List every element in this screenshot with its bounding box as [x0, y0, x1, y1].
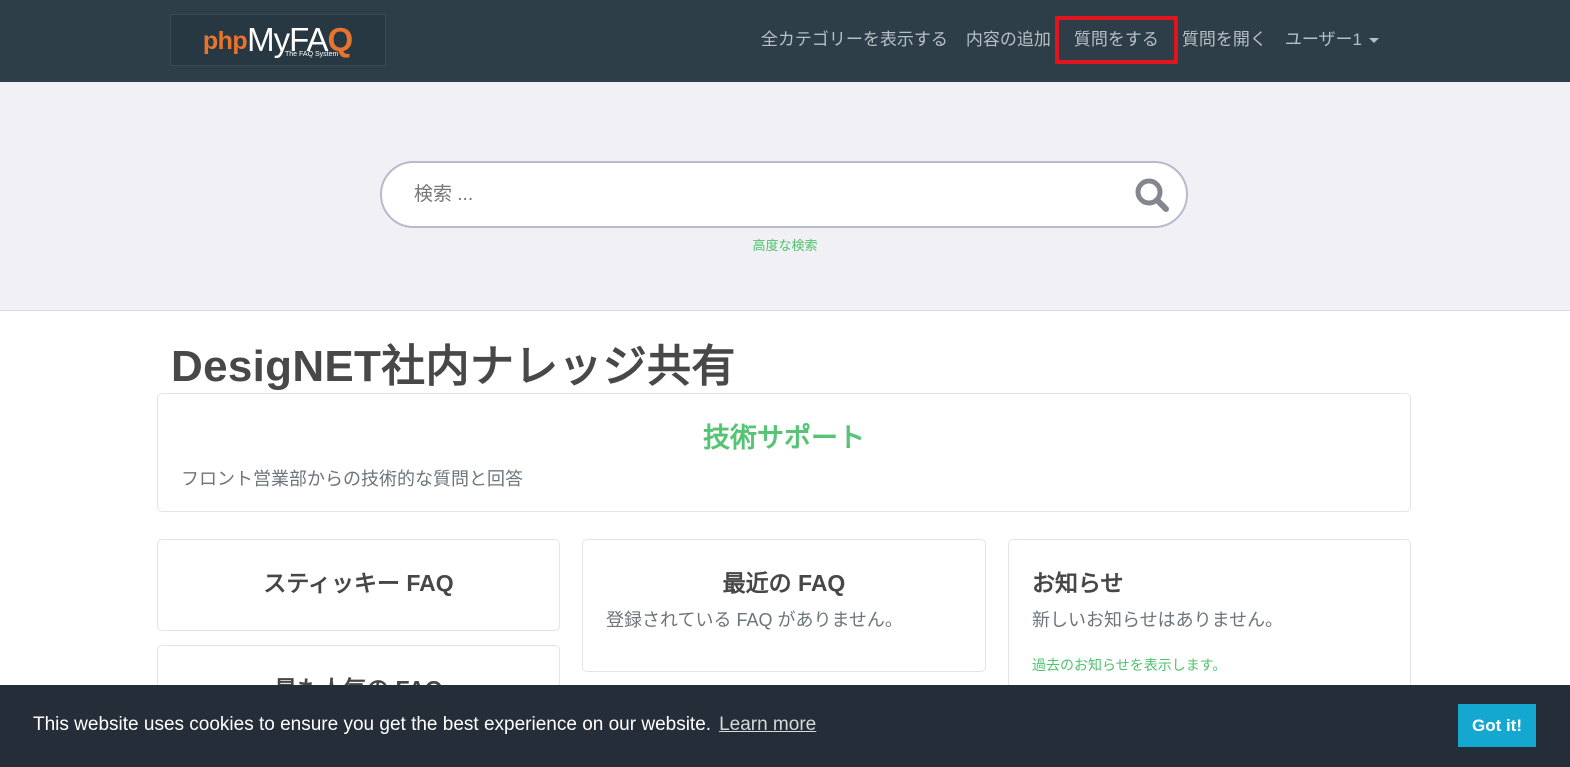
cookie-banner: This website uses cookies to ensure you …: [0, 685, 1570, 767]
main-nav: 全カテゴリーを表示する 内容の追加 質問をする 質問を開く ユーザー1: [752, 16, 1388, 64]
recent-faq-card: 最近の FAQ 登録されている FAQ がありません。: [582, 539, 986, 672]
logo-php: php: [202, 26, 248, 55]
nav-user-menu[interactable]: ユーザー1: [1276, 26, 1388, 54]
search-icon: [1135, 178, 1169, 212]
nav-all-categories[interactable]: 全カテゴリーを表示する: [752, 26, 957, 54]
nav-ask-question[interactable]: 質問をする: [1054, 16, 1178, 64]
sticky-faq-card: スティッキー FAQ: [157, 539, 560, 631]
recent-faq-empty-message: 登録されている FAQ がありません。: [606, 610, 903, 630]
nav-open-questions[interactable]: 質問を開く: [1173, 26, 1276, 54]
news-archive-link[interactable]: 過去のお知らせを表示します。: [1032, 655, 1226, 675]
cookie-message: This website uses cookies to ensure you …: [33, 714, 712, 735]
cookie-message-row: This website uses cookies to ensure you …: [33, 714, 816, 736]
recent-faq-title: 最近の FAQ: [722, 570, 846, 596]
nav-add-content[interactable]: 内容の追加: [957, 26, 1060, 54]
user-name: ユーザー1: [1284, 30, 1362, 49]
navbar: php MyFA Q The FAQ System 全カテゴリーを表示する 内容の追…: [0, 0, 1570, 82]
logo[interactable]: php MyFA Q The FAQ System: [170, 14, 386, 66]
logo-subtitle: The FAQ System: [285, 51, 339, 58]
category-card: 技術サポート フロント営業部からの技術的な質問と回答: [157, 393, 1411, 512]
news-empty-message: 新しいお知らせはありません。: [1032, 610, 1284, 630]
category-title[interactable]: 技術サポート: [158, 416, 1410, 455]
sticky-faq-title: スティッキー FAQ: [263, 570, 454, 596]
cookie-accept-button[interactable]: Got it!: [1458, 704, 1536, 747]
page-title: DesigNET社内ナレッジ共有: [171, 342, 736, 391]
news-title: お知らせ: [1032, 570, 1124, 596]
category-description: フロント営業部からの技術的な質問と回答: [181, 469, 523, 489]
search-input[interactable]: [414, 163, 1114, 226]
search-box: [380, 161, 1188, 228]
advanced-search-link[interactable]: 高度な検索: [0, 235, 1570, 254]
cookie-learn-more-link[interactable]: Learn more: [719, 714, 816, 735]
news-card: お知らせ 新しいお知らせはありません。 過去のお知らせを表示します。: [1008, 539, 1411, 699]
search-button[interactable]: [1132, 176, 1172, 214]
caret-down-icon: [1369, 38, 1379, 44]
search-hero: 高度な検索: [0, 82, 1570, 311]
